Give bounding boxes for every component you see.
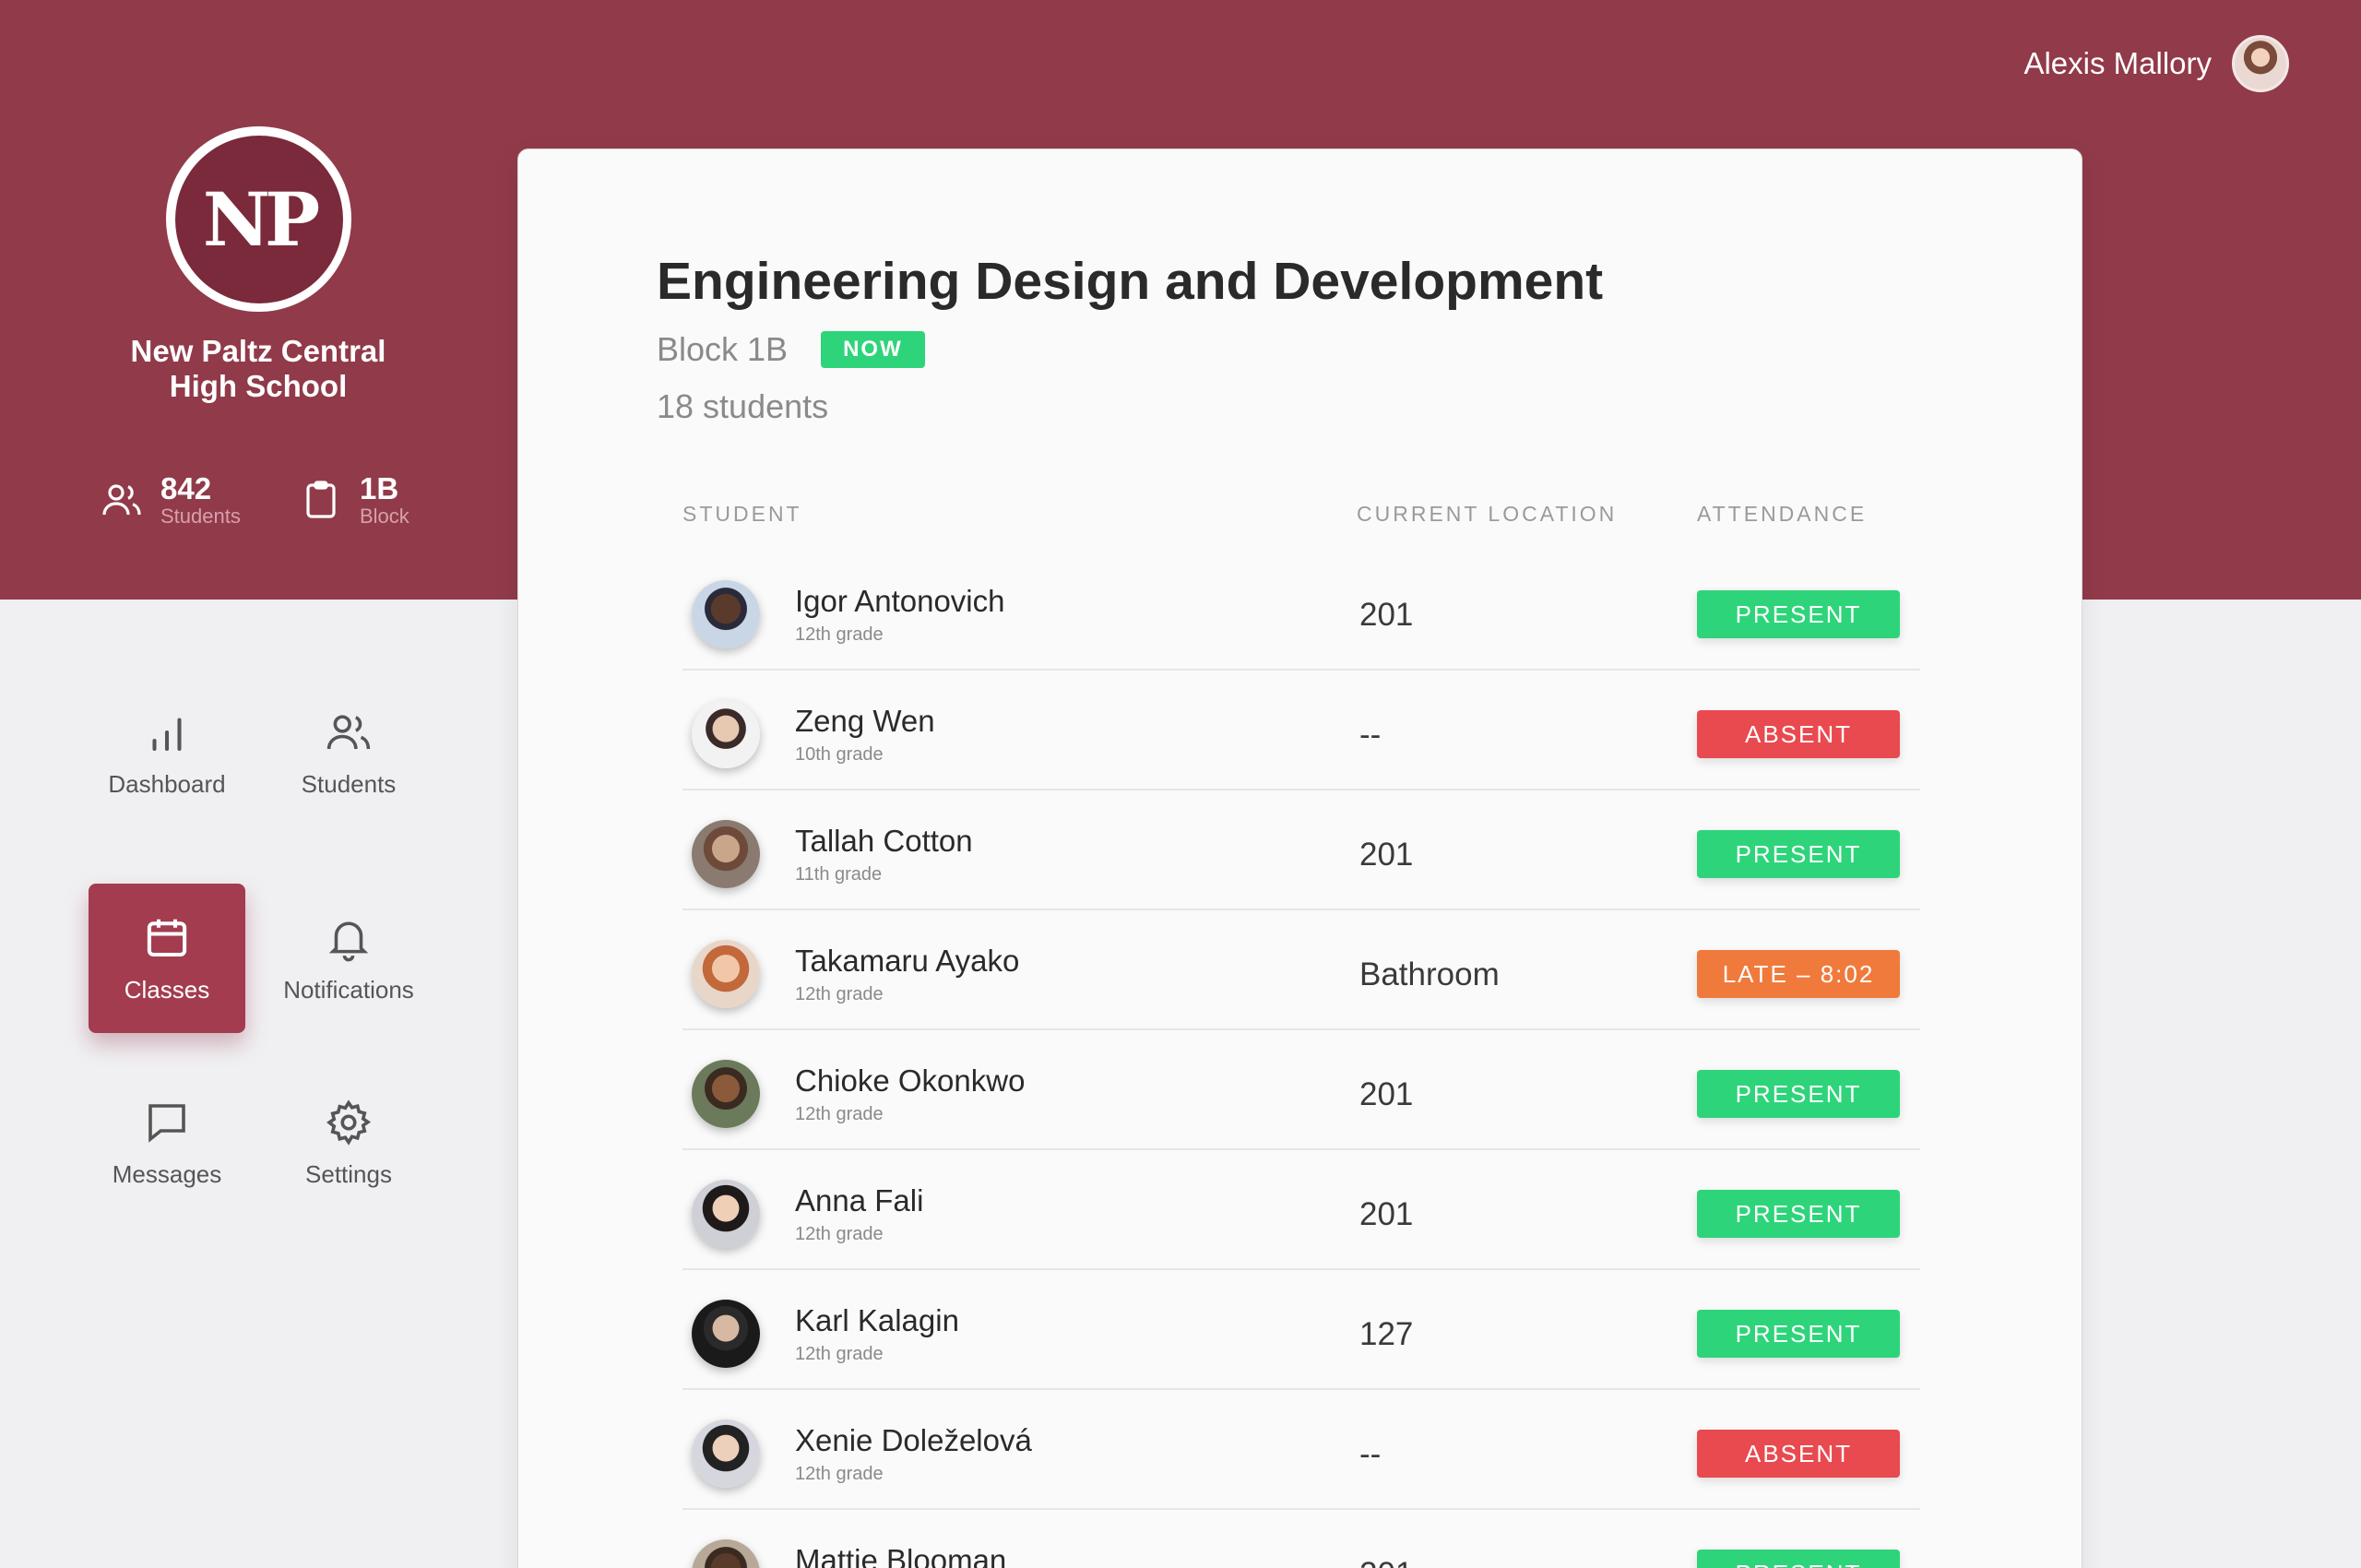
bell-icon: [328, 921, 369, 961]
table-row[interactable]: Karl Kalagin 12th grade 127 PRESENT: [682, 1270, 1920, 1390]
student-name[interactable]: Chioke Okonkwo: [795, 1063, 1025, 1099]
class-title: Engineering Design and Development: [657, 252, 1604, 311]
student-location: 127: [1359, 1316, 1414, 1352]
table-row[interactable]: Xenie Doleželová 12th grade -- ABSENT: [682, 1390, 1920, 1510]
student-grade: 12th grade: [795, 984, 884, 1004]
student-location: 201: [1359, 837, 1414, 873]
student-avatar: [692, 1420, 760, 1488]
student-location: 201: [1359, 1196, 1414, 1232]
table-row[interactable]: Mattie Blooman12th grade201PRESENT: [682, 1510, 1920, 1568]
class-block: Block 1B: [657, 330, 789, 368]
nav-messages[interactable]: Messages: [89, 1068, 245, 1218]
nav-notifications-label: Notifications: [283, 975, 414, 1004]
user-menu[interactable]: Alexis Mallory: [2023, 35, 2289, 92]
stat-block: 1B Block: [299, 472, 409, 528]
attendance-badge[interactable]: ABSENT: [1697, 710, 1900, 758]
student-grade: 12th grade: [795, 1344, 884, 1364]
gear-icon: [326, 1099, 372, 1146]
student-location: 201: [1359, 1076, 1414, 1112]
student-avatar: [692, 700, 760, 768]
student-location: 201: [1359, 597, 1414, 633]
attendance-badge[interactable]: ABSENT: [1697, 1430, 1900, 1478]
student-grade: 12th grade: [795, 1104, 884, 1124]
calendar-icon: [147, 919, 187, 956]
nav-classes[interactable]: Classes: [89, 884, 245, 1033]
nav-settings-label: Settings: [305, 1159, 392, 1188]
nav-settings[interactable]: Settings: [270, 1068, 427, 1218]
student-grade: 12th grade: [795, 1464, 884, 1484]
student-avatar: [692, 820, 760, 888]
student-name[interactable]: Anna Fali: [795, 1183, 923, 1218]
student-avatar: [692, 1300, 760, 1368]
student-grade: 12th grade: [795, 624, 884, 645]
student-name[interactable]: Zeng Wen: [795, 704, 935, 739]
bar-chart-icon: [152, 717, 182, 751]
nav-dashboard[interactable]: Dashboard: [89, 678, 245, 827]
student-grade: 10th grade: [795, 744, 884, 765]
column-header-student[interactable]: STUDENT: [682, 502, 802, 527]
nav-dashboard-label: Dashboard: [108, 769, 226, 798]
attendance-badge[interactable]: LATE – 8:02: [1697, 950, 1900, 998]
table-row[interactable]: Tallah Cotton 11th grade 201 PRESENT: [682, 790, 1920, 910]
student-name[interactable]: Takamaru Ayako: [795, 944, 1019, 979]
attendance-badge[interactable]: PRESENT: [1697, 1310, 1900, 1358]
nav-messages-label: Messages: [112, 1159, 222, 1188]
clipboard-icon: [306, 481, 336, 518]
school-name-line2: High School: [169, 369, 348, 403]
user-name: Alexis Mallory: [2023, 46, 2212, 80]
attendance-badge[interactable]: PRESENT: [1697, 1550, 1900, 1568]
student-name[interactable]: Xenie Doleželová: [795, 1423, 1032, 1458]
student-count: 18 students: [657, 387, 829, 425]
users-icon: [102, 484, 141, 516]
school-logo-text: NP: [174, 135, 343, 303]
attendance-badge[interactable]: PRESENT: [1697, 1070, 1900, 1118]
nav-students[interactable]: Students: [270, 678, 427, 827]
student-avatar: [692, 580, 760, 648]
column-header-location[interactable]: CURRENT LOCATION: [1357, 502, 1617, 527]
stat-students: 842 Students: [100, 472, 241, 528]
student-name[interactable]: Igor Antonovich: [795, 584, 1005, 619]
student-grade: 12th grade: [795, 1224, 884, 1244]
school-logo: NP: [166, 126, 351, 312]
student-name[interactable]: Tallah Cotton: [795, 824, 973, 859]
attendance-badge[interactable]: PRESENT: [1697, 830, 1900, 878]
nav-notifications[interactable]: Notifications: [270, 884, 427, 1033]
student-name[interactable]: Karl Kalagin: [795, 1303, 959, 1338]
stat-students-label: Students: [160, 505, 241, 528]
student-location: 201: [1359, 1556, 1413, 1568]
table-row[interactable]: Takamaru Ayako 12th grade Bathroom LATE – 8…: [682, 910, 1920, 1030]
attendance-badge[interactable]: PRESENT: [1697, 590, 1900, 638]
student-location: --: [1359, 717, 1382, 753]
attendance-badge[interactable]: PRESENT: [1697, 1190, 1900, 1238]
nav-students-label: Students: [301, 769, 397, 798]
table-row[interactable]: Anna Fali 12th grade 201 PRESENT: [682, 1150, 1920, 1270]
stat-block-value: 1B: [360, 471, 399, 505]
student-location: --: [1359, 1436, 1382, 1472]
now-badge: NOW: [821, 331, 925, 368]
school-name-line1: New Paltz Central: [130, 334, 386, 368]
stat-students-value: 842: [160, 471, 212, 505]
table-row[interactable]: Zeng Wen 10th grade -- ABSENT: [682, 671, 1920, 790]
student-location: Bathroom: [1359, 956, 1500, 992]
class-card: Engineering Design and Development Block…: [517, 148, 2082, 1568]
nav-classes-label: Classes: [124, 975, 210, 1004]
stat-block-label: Block: [360, 505, 409, 528]
student-avatar: [692, 1060, 760, 1128]
message-icon: [148, 1103, 185, 1143]
student-avatar: [692, 940, 760, 1008]
school-name: New Paltz Central High School: [92, 334, 424, 404]
student-name[interactable]: Mattie Blooman: [795, 1543, 1006, 1568]
table-row[interactable]: Chioke Okonkwo 12th grade 201 PRESENT: [682, 1030, 1920, 1150]
student-avatar: [692, 1180, 760, 1248]
student-grade: 11th grade: [795, 864, 883, 885]
users-icon: [326, 714, 371, 749]
class-block-row: Block 1B NOW: [657, 330, 925, 369]
column-header-attendance[interactable]: ATTENDANCE: [1697, 502, 1867, 527]
table-row[interactable]: Igor Antonovich 12th grade 201 PRESENT: [682, 551, 1920, 671]
student-avatar: [692, 1539, 760, 1568]
user-avatar[interactable]: [2232, 35, 2289, 92]
